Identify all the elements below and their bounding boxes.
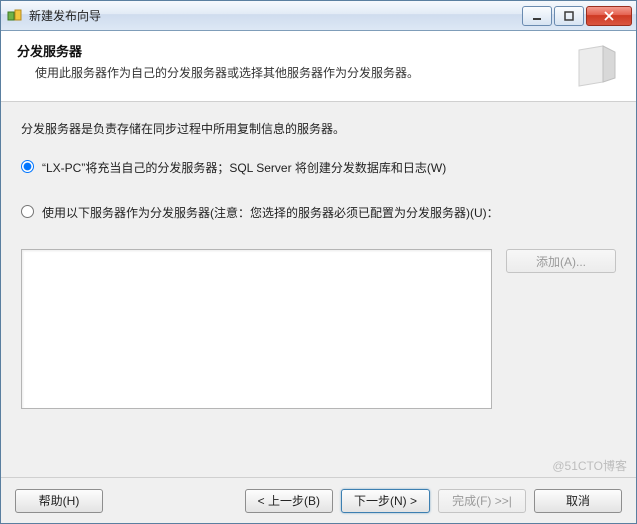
back-button[interactable]: < 上一步(B) <box>245 489 333 513</box>
window-buttons <box>520 6 632 26</box>
radio-other-distributor[interactable]: 使用以下服务器作为分发服务器(注意：您选择的服务器必须已配置为分发服务器)(U)… <box>21 204 616 221</box>
titlebar[interactable]: 新建发布向导 <box>1 1 636 31</box>
radio-other-input[interactable] <box>21 205 34 218</box>
header-text: 分发服务器 使用此服务器作为自己的分发服务器或选择其他服务器作为分发服务器。 <box>17 41 560 81</box>
header-graphic-icon <box>572 41 620 89</box>
radio-self-distributor[interactable]: “LX-PC”将充当自己的分发服务器；SQL Server 将创建分发数据库和日… <box>21 159 616 176</box>
server-list-row: 添加(A)... <box>21 249 616 409</box>
content-area: 分发服务器是负责存储在同步过程中所用复制信息的服务器。 “LX-PC”将充当自己… <box>1 102 636 477</box>
wizard-header: 分发服务器 使用此服务器作为自己的分发服务器或选择其他服务器作为分发服务器。 <box>1 31 636 102</box>
radio-self-label: “LX-PC”将充当自己的分发服务器；SQL Server 将创建分发数据库和日… <box>42 159 616 176</box>
maximize-button[interactable] <box>554 6 584 26</box>
header-title: 分发服务器 <box>17 41 560 60</box>
close-button[interactable] <box>586 6 632 26</box>
window-title: 新建发布向导 <box>29 7 520 24</box>
app-icon <box>7 8 23 24</box>
radio-self-input[interactable] <box>21 160 34 173</box>
wizard-window: 新建发布向导 分发服务器 使用此服务器作为自己的分发服务器或选择其他服务器作为分… <box>0 0 637 524</box>
add-button-column: 添加(A)... <box>506 249 616 273</box>
minimize-button[interactable] <box>522 6 552 26</box>
description-text: 分发服务器是负责存储在同步过程中所用复制信息的服务器。 <box>21 120 616 137</box>
server-list[interactable] <box>21 249 492 409</box>
header-subtitle: 使用此服务器作为自己的分发服务器或选择其他服务器作为分发服务器。 <box>17 64 560 81</box>
add-button[interactable]: 添加(A)... <box>506 249 616 273</box>
help-button[interactable]: 帮助(H) <box>15 489 103 513</box>
cancel-button[interactable]: 取消 <box>534 489 622 513</box>
wizard-footer: 帮助(H) < 上一步(B) 下一步(N) > 完成(F) >>| 取消 <box>1 477 636 523</box>
radio-other-label: 使用以下服务器作为分发服务器(注意：您选择的服务器必须已配置为分发服务器)(U)… <box>42 204 616 221</box>
next-button[interactable]: 下一步(N) > <box>341 489 430 513</box>
finish-button[interactable]: 完成(F) >>| <box>438 489 526 513</box>
